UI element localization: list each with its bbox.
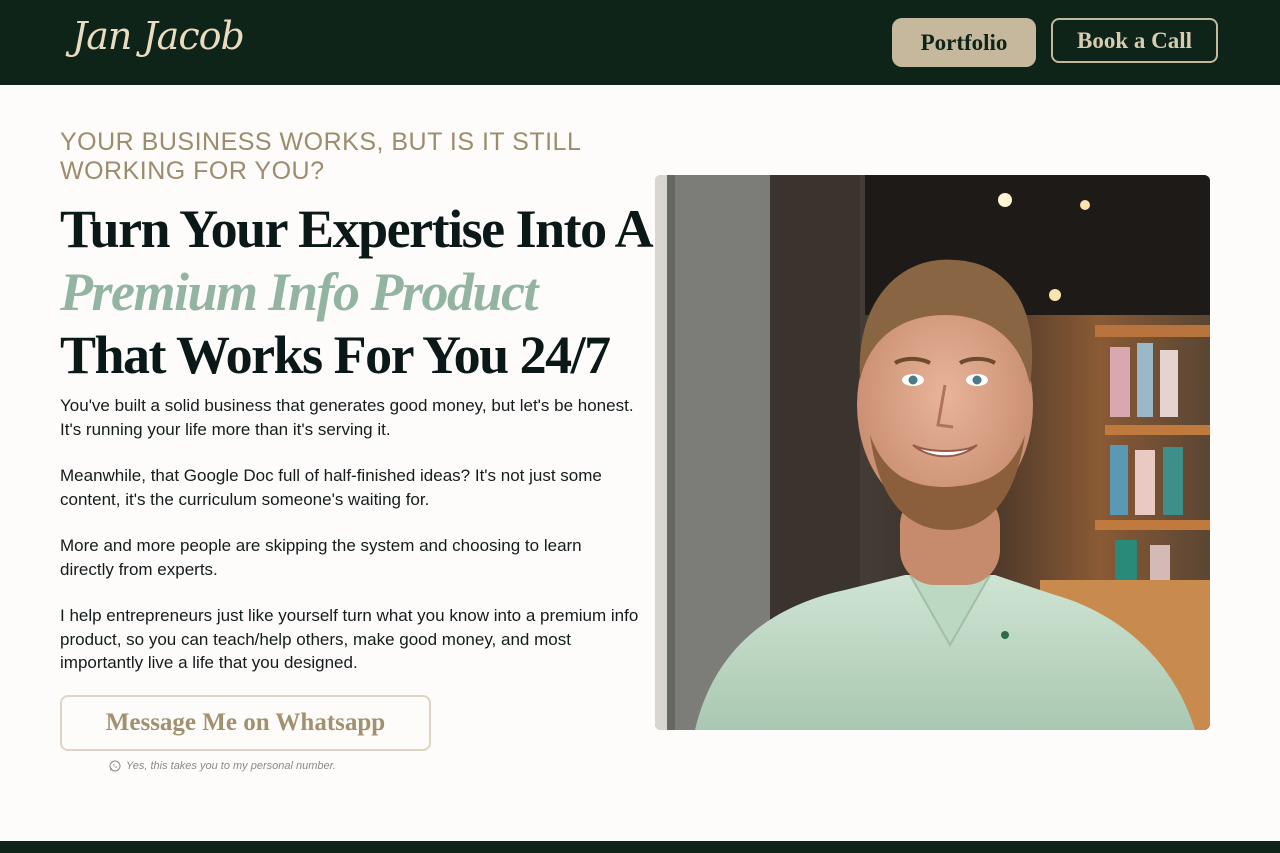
whatsapp-note-text: Yes, this takes you to my personal numbe… <box>126 760 336 772</box>
headline-line-1: Turn Your Expertise Into A <box>60 199 654 259</box>
headline-accent: Premium Info Product <box>60 262 539 322</box>
hero-eyebrow: YOUR BUSINESS WORKS, BUT IS IT STILL WOR… <box>60 128 581 185</box>
book-a-call-button[interactable]: Book a Call <box>1051 18 1218 63</box>
site-logo[interactable]: Jan Jacob <box>72 14 245 58</box>
hero-body-copy: You've built a solid business that gener… <box>60 394 640 698</box>
body-paragraph: More and more people are skipping the sy… <box>60 536 582 579</box>
body-paragraph: Meanwhile, that Google Doc full of half-… <box>60 466 602 509</box>
top-navigation-bar: Jan Jacob Portfolio Book a Call <box>0 0 1280 85</box>
headline-line-3: That Works For You 24/7 <box>60 325 611 385</box>
portfolio-button[interactable]: Portfolio <box>892 18 1036 67</box>
body-paragraph: I help entrepreneurs just like yourself … <box>60 606 639 672</box>
whatsapp-icon <box>109 760 121 772</box>
whatsapp-note: Yes, this takes you to my personal numbe… <box>109 760 336 772</box>
hero-headline: Turn Your Expertise Into A Premium Info … <box>60 198 654 387</box>
portrait-photo <box>655 175 1210 730</box>
footer-strip <box>0 841 1280 853</box>
body-paragraph: You've built a solid business that gener… <box>60 396 634 439</box>
whatsapp-button[interactable]: Message Me on Whatsapp <box>60 695 431 751</box>
